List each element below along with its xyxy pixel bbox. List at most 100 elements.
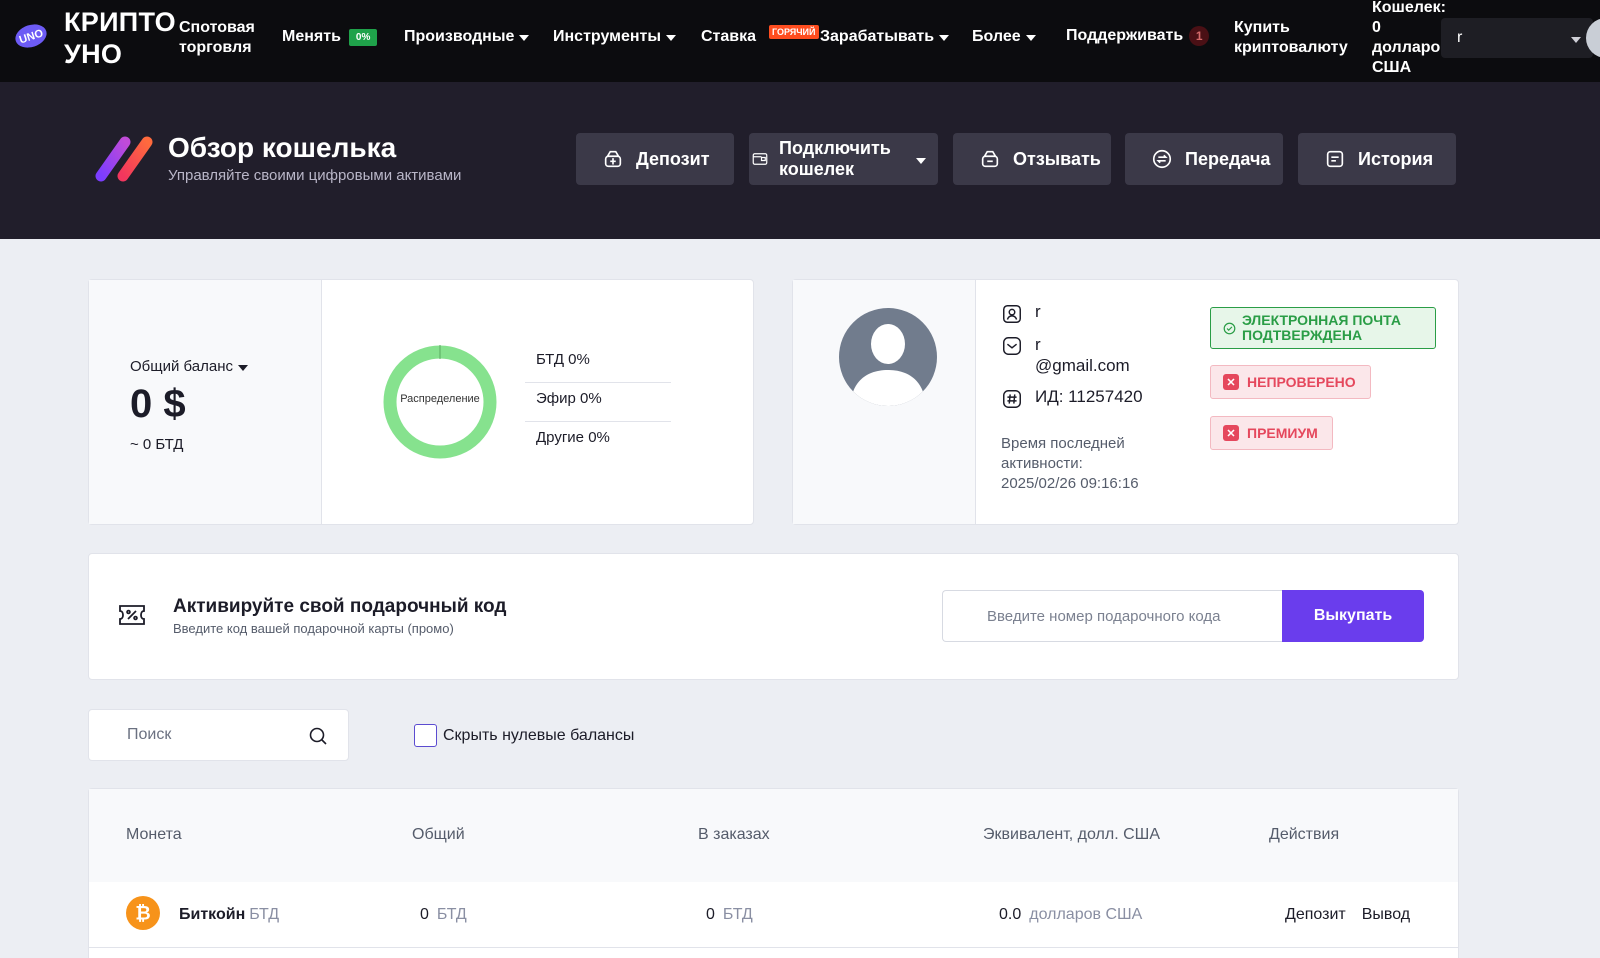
wallet-icon — [752, 153, 768, 165]
transfer-button[interactable]: Передача — [1125, 133, 1283, 185]
nav-more-label: Более — [972, 28, 1021, 45]
search-icon[interactable] — [308, 726, 328, 746]
allocation-list: БТД 0% Эфир 0% Другие 0% — [525, 344, 671, 461]
total-cell: 0 БТД — [420, 906, 467, 924]
email-icon — [1003, 337, 1021, 355]
nav-earn[interactable]: Зарабатывать — [820, 28, 950, 46]
brand-name[interactable]: КРИПТО УНО — [64, 6, 176, 70]
history-icon — [1326, 150, 1344, 168]
donut-label: Распределение — [400, 393, 480, 405]
chevron-down-icon — [1571, 37, 1581, 43]
user-icon — [1003, 305, 1021, 323]
usd-value: 0.0 — [999, 906, 1022, 923]
premium-status-badge[interactable]: ✕ ПРЕМИУМ — [1210, 416, 1333, 450]
nav-exchange[interactable]: Менять 0% — [282, 28, 378, 46]
balance-summary: Общий баланс 0 $ ~ 0 БТД — [89, 280, 322, 524]
nav-more[interactable]: Более — [972, 28, 1036, 46]
connect-line-1: Подключить — [779, 138, 891, 158]
wallet-amount: 0 — [1372, 19, 1381, 36]
page-subtitle: Управляйте своими цифровыми активами — [168, 167, 462, 184]
allocation-item-btc: БТД 0% — [525, 344, 671, 383]
brand-line-1: КРИПТО — [64, 7, 176, 37]
actions-cell: Депозит Вывод — [1285, 906, 1410, 924]
profile-avatar-panel — [793, 280, 976, 524]
kyc-status-label: НЕПРОВЕРЕНО — [1247, 374, 1356, 390]
nav-tools-label: Инструменты — [553, 28, 662, 45]
nav-spot-line-1: Спотовая — [179, 19, 255, 36]
transfer-button-label: Передача — [1185, 148, 1271, 169]
account-select[interactable]: r — [1441, 18, 1593, 58]
user-avatar-icon — [839, 308, 937, 406]
search-box — [88, 709, 349, 761]
history-button-label: История — [1358, 148, 1434, 169]
profile-email: r @gmail.com — [1001, 334, 1130, 376]
withdraw-button-label: Отзывать — [1013, 148, 1101, 169]
gift-title: Активируйте свой подарочный код — [173, 596, 507, 617]
chevron-down-icon — [1025, 35, 1036, 41]
last-activity: Время последней активности: 2025/02/26 0… — [1001, 434, 1181, 494]
nav-derivatives[interactable]: Производные — [404, 28, 530, 46]
last-activity-time: 2025/02/26 09:16:16 — [1001, 475, 1139, 492]
last-activity-label-1: Время последней — [1001, 435, 1125, 452]
coin-cell: Биткойн БТД — [179, 906, 279, 924]
chevron-down-icon — [519, 35, 530, 41]
column-header-usd: Эквивалент, долл. США — [983, 826, 1161, 843]
hash-icon — [1003, 390, 1021, 408]
chevron-down-icon — [238, 364, 248, 371]
balance-toggle[interactable]: Общий баланс — [130, 358, 248, 375]
nav-staking[interactable]: Ставка ГОРЯЧИЙ — [701, 25, 819, 46]
row-withdraw-link[interactable]: Вывод — [1362, 906, 1410, 924]
hide-zero-label: Скрыть нулевые балансы — [443, 726, 635, 744]
nav-buy-line-2: криптовалюту — [1234, 39, 1348, 56]
deposit-button[interactable]: Депозит — [576, 133, 734, 185]
close-icon: ✕ — [1223, 425, 1239, 441]
nav-exchange-label: Менять — [282, 28, 341, 45]
table-row: ₿ Биткойн БТД 0 БТД 0 БТД 0.0 долларов С… — [89, 882, 1458, 948]
gift-subtitle: Введите код вашей подарочной карты (пром… — [173, 621, 454, 636]
nav-buy-crypto[interactable]: Купить криптовалюту — [1234, 18, 1348, 58]
connect-wallet-label: Подключить кошелек — [779, 138, 891, 180]
allocation-item-eth: Эфир 0% — [525, 383, 671, 422]
check-circle-icon — [1223, 322, 1236, 334]
nav-tools[interactable]: Инструменты — [553, 28, 677, 46]
column-header-coin: Монета — [126, 826, 182, 843]
logo-icon[interactable]: UNO — [14, 22, 48, 50]
withdraw-icon — [981, 150, 999, 168]
svg-text:₿: ₿ — [135, 904, 150, 925]
nav-spot-trading[interactable]: Спотовая торговля — [179, 18, 255, 58]
usd-cell: 0.0 долларов США — [999, 906, 1142, 924]
nav-support-label: Поддерживать — [1066, 27, 1184, 44]
chevron-down-icon — [666, 35, 677, 41]
email-user: r — [1035, 335, 1041, 354]
hide-zero-balances-toggle[interactable]: Скрыть нулевые балансы — [414, 724, 634, 747]
email-verified-line-1: ЭЛЕКТРОННАЯ ПОЧТА — [1242, 312, 1401, 328]
wallet-logo-icon — [95, 136, 153, 182]
wallet-currency-2: США — [1372, 59, 1412, 76]
support-count-badge: 1 — [1189, 26, 1210, 46]
profile-username: r — [1001, 302, 1041, 325]
history-button[interactable]: История — [1298, 133, 1456, 185]
wallet-label: Кошелек: — [1372, 0, 1446, 16]
nav-spot-line-2: торговля — [179, 39, 252, 56]
search-input[interactable] — [89, 710, 309, 760]
kyc-status-badge[interactable]: ✕ НЕПРОВЕРЕНО — [1210, 365, 1371, 399]
column-header-total: Общий — [412, 826, 465, 843]
coin-symbol: БТД — [249, 906, 280, 923]
table-header: Монета Общий В заказах Эквивалент, долл.… — [89, 789, 1458, 882]
connect-wallet-button[interactable]: Подключить кошелек — [749, 133, 938, 185]
nav-support[interactable]: Поддерживать 1 — [1066, 26, 1210, 46]
redeem-button[interactable]: Выкупать — [1282, 590, 1424, 642]
gift-code-input[interactable] — [942, 590, 1282, 642]
nav-staking-label: Ставка — [701, 28, 757, 45]
hide-zero-checkbox[interactable] — [414, 724, 437, 747]
email-verified-line-2: ПОДТВЕРЖДЕНА — [1242, 327, 1363, 343]
profile-email-value: r @gmail.com — [1035, 334, 1130, 376]
connect-line-2: кошелек — [779, 159, 854, 179]
allocation-item-other: Другие 0% — [536, 429, 610, 446]
bitcoin-icon: ₿ — [126, 896, 160, 930]
hot-badge: ГОРЯЧИЙ — [769, 25, 819, 39]
row-deposit-link[interactable]: Депозит — [1285, 906, 1346, 924]
withdraw-button[interactable]: Отзывать — [953, 133, 1111, 185]
coin-name: Биткойн — [179, 906, 246, 923]
usd-unit: долларов США — [1029, 906, 1143, 923]
